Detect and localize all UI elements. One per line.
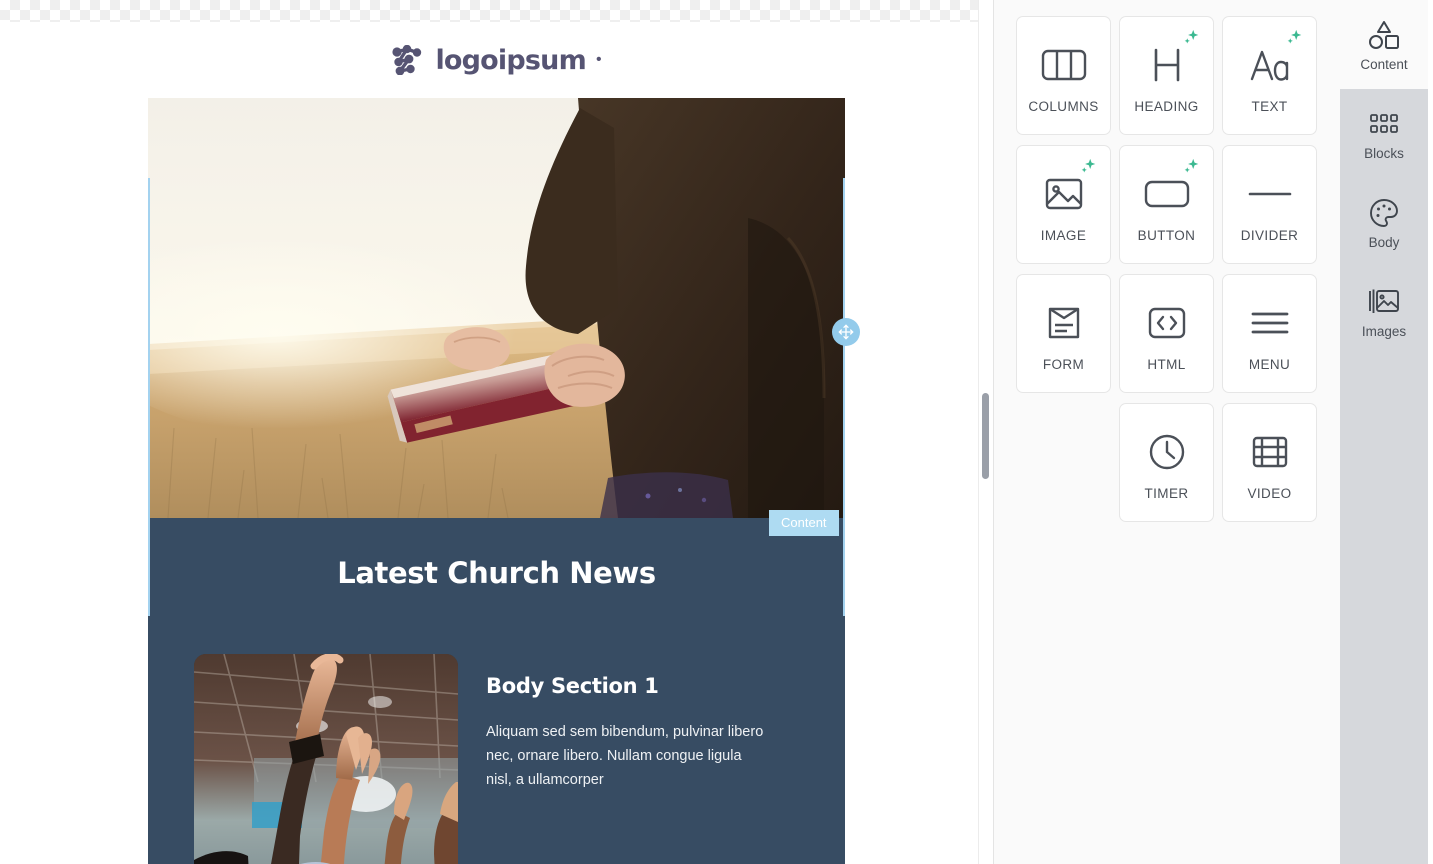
rail-tab-content[interactable]: Content xyxy=(1340,0,1428,89)
block-placeholder-empty xyxy=(1016,403,1111,522)
block-label: MENU xyxy=(1248,357,1291,372)
body-section-text: Body Section 1 Aliquam sed sem bibendum,… xyxy=(486,654,799,792)
block-timer[interactable]: TIMER xyxy=(1119,403,1214,522)
editor-tab-rail: Content Blocks Body Images xyxy=(1340,0,1428,864)
block-label: IMAGE xyxy=(1040,228,1087,243)
divider-icon xyxy=(1247,166,1293,222)
rail-label: Body xyxy=(1368,234,1400,250)
block-columns[interactable]: COLUMNS xyxy=(1016,16,1111,135)
block-label: HTML xyxy=(1147,357,1186,372)
block-label: DIVIDER xyxy=(1240,228,1299,243)
video-icon xyxy=(1251,424,1289,480)
body-section-heading: Body Section 1 xyxy=(486,674,659,698)
ai-sparkle-icon xyxy=(1286,29,1303,46)
rail-tab-blocks[interactable]: Blocks xyxy=(1340,89,1428,178)
block-image[interactable]: IMAGE xyxy=(1016,145,1111,264)
blocks-grid: COLUMNS HEADING TEXT IMAGE BUTTON DIVIDE… xyxy=(1016,16,1320,522)
email-canvas[interactable]: logoipsum • Content Latest Church News B… xyxy=(0,0,993,864)
ai-sparkle-icon xyxy=(1183,29,1200,46)
email-document[interactable]: logoipsum • Content Latest Church News B… xyxy=(0,22,993,864)
rail-label: Blocks xyxy=(1364,145,1404,161)
form-icon xyxy=(1046,295,1082,351)
block-label: COLUMNS xyxy=(1028,99,1099,114)
selection-content-badge: Content xyxy=(769,510,839,536)
timer-icon xyxy=(1148,424,1186,480)
canvas-scrollbar-thumb[interactable] xyxy=(982,393,989,479)
block-button[interactable]: BUTTON xyxy=(1119,145,1214,264)
hero-photo[interactable] xyxy=(148,98,845,518)
palette-icon xyxy=(1369,196,1399,230)
block-html[interactable]: HTML xyxy=(1119,274,1214,393)
logo-text: logoipsum xyxy=(435,44,586,76)
shapes-icon xyxy=(1368,18,1400,52)
canvas-scrollbar-track[interactable] xyxy=(978,0,993,864)
block-text[interactable]: TEXT xyxy=(1222,16,1317,135)
logoipsum-mark-icon xyxy=(391,44,425,76)
block-label: BUTTON xyxy=(1137,228,1196,243)
menu-icon xyxy=(1249,295,1291,351)
rail-tab-body[interactable]: Body xyxy=(1340,178,1428,267)
block-label: TIMER xyxy=(1144,486,1189,501)
columns-icon xyxy=(1041,37,1087,93)
news-heading: Latest Church News xyxy=(337,556,656,590)
block-form[interactable]: FORM xyxy=(1016,274,1111,393)
image-icon xyxy=(1044,166,1084,222)
email-logo-block[interactable]: logoipsum • xyxy=(0,22,993,98)
block-label: HEADING xyxy=(1134,99,1199,114)
block-video[interactable]: VIDEO xyxy=(1222,403,1317,522)
content-blocks-palette: COLUMNS HEADING TEXT IMAGE BUTTON DIVIDE… xyxy=(993,0,1340,864)
ai-sparkle-icon xyxy=(1080,158,1097,175)
transparency-checkerboard xyxy=(0,0,993,22)
logo-trademark: • xyxy=(595,51,602,68)
email-body-section[interactable]: Latest Church News Body Section 1 Aliqua… xyxy=(148,518,845,864)
block-heading[interactable]: HEADING xyxy=(1119,16,1214,135)
images-icon xyxy=(1368,285,1400,319)
selection-border-left xyxy=(148,178,150,616)
rail-tab-images[interactable]: Images xyxy=(1340,267,1428,356)
body-section-row: Body Section 1 Aliquam sed sem bibendum,… xyxy=(148,590,845,864)
text-icon xyxy=(1249,37,1291,93)
body-section-paragraph: Aliquam sed sem bibendum, pulvinar liber… xyxy=(486,724,764,788)
heading-icon xyxy=(1149,37,1185,93)
block-label: VIDEO xyxy=(1247,486,1292,501)
rail-label: Content xyxy=(1360,56,1408,72)
email-builder-app: logoipsum • Content Latest Church News B… xyxy=(0,0,1433,864)
ai-sparkle-icon xyxy=(1183,158,1200,175)
block-menu[interactable]: MENU xyxy=(1222,274,1317,393)
logo-wrap: logoipsum • xyxy=(391,44,602,76)
block-label: FORM xyxy=(1042,357,1085,372)
html-icon xyxy=(1147,295,1187,351)
rail-label: Images xyxy=(1361,323,1407,339)
move-handle[interactable] xyxy=(832,318,860,346)
block-divider[interactable]: DIVIDER xyxy=(1222,145,1317,264)
worship-photo[interactable] xyxy=(194,654,458,864)
selection-border-right xyxy=(843,178,845,616)
grid-dots-icon xyxy=(1369,107,1399,141)
hero-image-block[interactable]: Content xyxy=(148,98,860,616)
block-label: TEXT xyxy=(1251,99,1288,114)
